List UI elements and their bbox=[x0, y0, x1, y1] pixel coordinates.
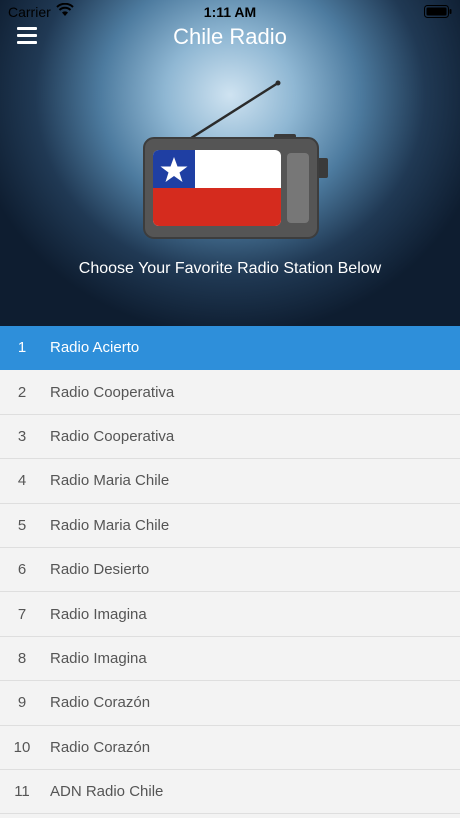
status-bar: Carrier 1:11 AM bbox=[0, 0, 460, 24]
station-row[interactable]: 4 Radio Maria Chile bbox=[0, 459, 460, 504]
station-number: 2 bbox=[17, 383, 27, 401]
page-title: Chile Radio bbox=[173, 24, 287, 49]
station-name: Radio Maria Chile bbox=[50, 472, 170, 490]
station-name: Radio Cooperativa bbox=[50, 383, 175, 401]
status-time: 1:11 AM bbox=[203, 4, 257, 20]
station-number: 8 bbox=[17, 649, 27, 667]
station-row[interactable]: 5 Radio Maria Chile bbox=[0, 504, 460, 548]
station-number: 6 bbox=[17, 561, 27, 579]
station-row[interactable]: 10 Radio Corazón bbox=[0, 726, 460, 770]
station-name: Radio Corazón bbox=[50, 738, 151, 756]
chile-flag bbox=[153, 150, 281, 226]
station-name: Radio Cooperativa bbox=[50, 427, 175, 445]
station-row[interactable]: 11 ADN Radio Chile bbox=[0, 770, 460, 815]
hero-banner: Carrier 1:11 AM Chile Radio Choose Your … bbox=[0, 0, 460, 326]
station-list: 1 Radio Acierto 2 Radio Cooperativa 3 Radio C… bbox=[0, 326, 460, 818]
tagline: Choose Your Favorite Radio Station Below bbox=[78, 260, 382, 277]
station-number: 9 bbox=[17, 694, 27, 712]
station-row[interactable]: 6 Radio Desierto bbox=[0, 548, 460, 593]
station-row[interactable]: 1 Radio Acierto bbox=[0, 326, 460, 371]
station-name: Radio Imagina bbox=[50, 605, 147, 623]
station-number: 10 bbox=[13, 738, 31, 756]
station-name: Radio Desierto bbox=[50, 561, 150, 579]
station-name: Radio Imagina bbox=[50, 649, 147, 667]
station-row[interactable]: 3 Radio Cooperativa bbox=[0, 415, 460, 460]
station-number: 7 bbox=[17, 605, 27, 623]
station-name: Radio Maria Chile bbox=[50, 516, 170, 534]
station-number: 11 bbox=[14, 783, 30, 801]
station-name: Radio Acierto bbox=[50, 339, 140, 357]
station-row[interactable]: 2 Radio Cooperativa bbox=[0, 370, 460, 415]
battery-icon bbox=[424, 5, 452, 18]
station-number: 4 bbox=[17, 472, 27, 490]
radio-flag-icon bbox=[143, 80, 328, 239]
station-row[interactable]: 7 Radio Imagina bbox=[0, 592, 460, 637]
station-row[interactable]: 8 Radio Imagina bbox=[0, 637, 460, 682]
station-number: 5 bbox=[17, 516, 27, 534]
station-name: ADN Radio Chile bbox=[50, 783, 164, 801]
station-number: 3 bbox=[17, 427, 27, 445]
station-number: 1 bbox=[17, 339, 27, 357]
station-name: Radio Corazón bbox=[50, 694, 151, 712]
station-row[interactable]: 9 Radio Corazón bbox=[0, 681, 460, 726]
